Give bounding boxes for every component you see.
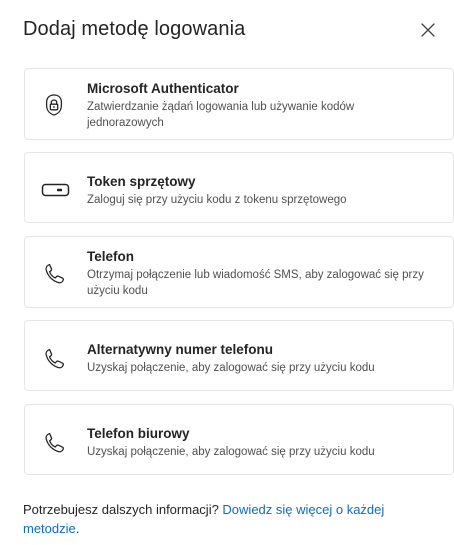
method-office-phone[interactable]: Telefon biurowy Uzyskaj połączenie, aby … bbox=[24, 404, 454, 475]
phone-icon bbox=[41, 260, 67, 286]
method-description: Zaloguj się przy użyciu kodu z tokenu sp… bbox=[87, 194, 347, 206]
method-description: Uzyskaj połączenie, aby zalogować się pr… bbox=[87, 446, 375, 458]
method-hardware-token[interactable]: Token sprzętowy Zaloguj się przy użyciu … bbox=[24, 152, 454, 223]
close-icon[interactable] bbox=[419, 21, 437, 39]
method-description: Uzyskaj połączenie, aby zalogować się pr… bbox=[87, 362, 375, 374]
method-description: Otrzymaj połączenie lub wiadomość SMS, a… bbox=[87, 269, 424, 297]
add-sign-in-method-dialog: Dodaj metodę logowania Microsoft Authent… bbox=[0, 0, 454, 545]
method-name: Token sprzętowy bbox=[87, 174, 196, 189]
method-description: Zatwierdzanie żądań logowania lub używan… bbox=[87, 101, 355, 129]
method-name: Telefon biurowy bbox=[87, 426, 190, 441]
footer-help-text: Potrzebujesz dalszych informacji? Dowied… bbox=[23, 500, 418, 538]
footer-suffix: . bbox=[75, 521, 80, 536]
method-name: Telefon bbox=[87, 249, 134, 264]
method-phone[interactable]: Telefon Otrzymaj połączenie lub wiadomoś… bbox=[24, 236, 454, 308]
method-alternate-phone[interactable]: Alternatywny numer telefonu Uzyskaj połą… bbox=[24, 320, 454, 391]
hardware-token-icon bbox=[41, 177, 70, 203]
phone-icon bbox=[41, 345, 67, 371]
authenticator-lock-icon bbox=[41, 92, 67, 118]
method-name: Microsoft Authenticator bbox=[87, 81, 239, 96]
footer-text: Potrzebujesz dalszych informacji? bbox=[23, 502, 223, 517]
phone-icon bbox=[41, 429, 67, 455]
method-microsoft-authenticator[interactable]: Microsoft Authenticator Zatwierdzanie żą… bbox=[24, 68, 454, 140]
method-name: Alternatywny numer telefonu bbox=[87, 342, 274, 357]
dialog-title: Dodaj metodę logowania bbox=[23, 18, 246, 40]
